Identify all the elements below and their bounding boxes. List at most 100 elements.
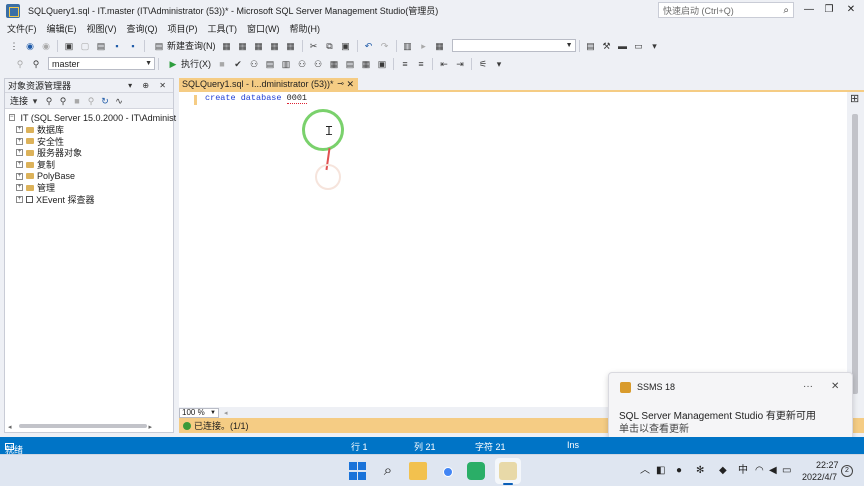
back-icon[interactable]: ◉ — [24, 40, 36, 52]
menu-window[interactable]: 窗口(W) — [242, 22, 285, 35]
filter-icon[interactable]: ⚲ — [86, 95, 96, 107]
search-icon[interactable]: ⌕ — [783, 5, 789, 16]
menu-edit[interactable]: 编辑(E) — [42, 22, 82, 35]
tree-node-server-objects[interactable]: + 服务器对象 — [5, 147, 173, 159]
results-to-grid-icon[interactable]: ▦ — [360, 58, 372, 70]
debug-target-icon[interactable]: ▸ — [418, 40, 430, 52]
language-icon[interactable]: 中 — [738, 465, 748, 477]
toolbox-icon[interactable]: ▬ — [617, 40, 629, 52]
paste-icon[interactable]: ▣ — [340, 40, 352, 52]
available-databases-combo[interactable]: master ▼ — [48, 57, 155, 70]
scroll-left-icon[interactable]: ◂ — [8, 423, 12, 431]
expand-icon[interactable]: + — [16, 196, 23, 204]
query-designer-icon[interactable]: ▤ — [264, 58, 276, 70]
activity-monitor-icon[interactable]: ∿ — [114, 95, 124, 107]
connect-dropdown[interactable]: 连接 — [10, 94, 28, 107]
cut-icon[interactable]: ✂ — [308, 40, 320, 52]
execute-button[interactable]: ▶ 执行(X) — [162, 57, 214, 70]
tree-node-management[interactable]: + 管理 — [5, 182, 173, 194]
disconnect-icon[interactable]: ⚲ — [58, 95, 68, 107]
tray-app-icon[interactable]: ◧ — [656, 465, 665, 477]
split-editor-icon[interactable]: ⊞ — [850, 92, 859, 105]
stop-icon[interactable]: ■ — [216, 58, 228, 70]
expand-icon[interactable]: + — [16, 184, 23, 192]
open-file-icon[interactable]: ▤ — [95, 40, 107, 52]
decrease-indent-icon[interactable]: ⇤ — [438, 58, 450, 70]
ssms-taskbar-icon[interactable] — [499, 462, 517, 480]
increase-indent-icon[interactable]: ⇥ — [454, 58, 466, 70]
scroll-right-icon[interactable]: ▸ — [148, 423, 152, 431]
tree-node-security[interactable]: + 安全性 — [5, 135, 173, 147]
file-explorer-icon[interactable] — [409, 462, 427, 480]
undo-icon[interactable]: ↶ — [363, 40, 375, 52]
expand-icon[interactable]: + — [16, 126, 23, 134]
menu-file[interactable]: 文件(F) — [0, 22, 42, 35]
more-options-icon[interactable]: ··· — [803, 381, 813, 392]
output-window-icon[interactable]: ▭ — [633, 40, 645, 52]
copy-icon[interactable]: ⧉ — [324, 40, 336, 52]
add-item-icon[interactable]: ▢ — [79, 40, 91, 52]
specify-template-values-icon[interactable]: ⚟ — [477, 58, 489, 70]
scroll-left-icon[interactable]: ◂ — [224, 409, 228, 417]
display-estimated-plan-icon[interactable]: ⚇ — [248, 58, 260, 70]
editor-vertical-scrollbar[interactable]: ⊞ — [847, 92, 864, 407]
tree-node-polybase[interactable]: + PolyBase — [5, 170, 173, 182]
include-plan-icon[interactable]: ⚇ — [296, 58, 308, 70]
database-engine-query-icon[interactable]: ▦ — [221, 40, 233, 52]
code-line-1[interactable]: create database 0001 — [205, 93, 308, 104]
change-connection-icon[interactable]: ⚲ — [30, 58, 42, 70]
pin-icon[interactable]: ⊸ — [337, 78, 344, 90]
tab-sqlquery1[interactable]: SQLQuery1.sql - I...dministrator (53))* … — [179, 78, 358, 90]
close-button[interactable]: ✕ — [842, 2, 860, 18]
activity-monitor-icon[interactable]: ▥ — [402, 40, 414, 52]
tree-node-replication[interactable]: + 复制 — [5, 159, 173, 171]
menu-query[interactable]: 查询(Q) — [122, 22, 163, 35]
wifi-icon[interactable]: ◠ — [755, 465, 764, 477]
menu-project[interactable]: 项目(P) — [163, 22, 203, 35]
parse-check-icon[interactable]: ✔ — [232, 58, 244, 70]
forward-icon[interactable]: ◉ — [40, 40, 52, 52]
customize-toolbar-icon[interactable]: ▾ — [649, 40, 661, 52]
quick-launch-input[interactable]: 快速启动 (Ctrl+Q) ⌕ — [658, 2, 794, 18]
zoom-combo[interactable]: 100 % ▼ — [179, 407, 219, 418]
refresh-icon[interactable]: ↻ — [100, 95, 110, 107]
chevron-up-icon[interactable]: ︿ — [640, 465, 650, 477]
expand-icon[interactable]: + — [16, 149, 23, 157]
analysis-query-icon[interactable]: ▦ — [237, 40, 249, 52]
bluetooth-icon[interactable]: ✻ — [696, 465, 704, 477]
wrench-icon[interactable]: ⚒ — [601, 40, 613, 52]
xmla-query-icon[interactable]: ▦ — [285, 40, 297, 52]
mdx-query-icon[interactable]: ▦ — [253, 40, 265, 52]
panel-controls[interactable]: ▾ ⊕ ✕ — [128, 79, 170, 93]
tree-node-xevent-profiler[interactable]: + XEvent 探查器 — [5, 194, 173, 206]
clock-time[interactable]: 22:27 — [816, 460, 839, 470]
results-to-text-icon[interactable]: ▤ — [344, 58, 356, 70]
save-all-icon[interactable]: ▪ — [127, 40, 139, 52]
results-to-file-icon[interactable]: ▣ — [376, 58, 388, 70]
comment-icon[interactable]: ≡ — [399, 58, 411, 70]
expand-icon[interactable]: + — [16, 137, 23, 145]
battery-icon[interactable]: ▭ — [782, 465, 791, 477]
new-project-icon[interactable]: ▣ — [63, 40, 75, 52]
tree-node-databases[interactable]: + 数据库 — [5, 124, 173, 136]
close-tab-icon[interactable]: ✕ — [346, 78, 354, 90]
query-editor[interactable]: create database 0001 Ｉ — [179, 92, 847, 407]
tree-node-server[interactable]: − IT (SQL Server 15.0.2000 - IT\Administ — [5, 112, 176, 124]
menu-tools[interactable]: 工具(T) — [203, 22, 243, 35]
client-stats-icon[interactable]: ▦ — [328, 58, 340, 70]
solution-config-combo[interactable]: ▼ — [451, 39, 576, 52]
menu-view[interactable]: 视图(V) — [82, 22, 122, 35]
tray-app-icon[interactable]: ◆ — [719, 465, 727, 477]
update-notification[interactable]: SSMS 18 ··· ✕ SQL Server Management Stud… — [608, 372, 853, 442]
intellisense-icon[interactable]: ▥ — [280, 58, 292, 70]
microphone-icon[interactable]: ● — [676, 465, 682, 477]
expand-icon[interactable]: + — [16, 161, 23, 169]
connect-icon[interactable]: ⚲ — [14, 58, 26, 70]
maximize-button[interactable]: ❐ — [820, 2, 838, 18]
collapse-icon[interactable]: − — [9, 114, 15, 122]
scroll-thumb[interactable] — [852, 114, 858, 394]
solution-platform-icon[interactable]: ▦ — [434, 40, 446, 52]
connect-plug-icon[interactable]: ⚲ — [44, 95, 54, 107]
menu-help[interactable]: 帮助(H) — [285, 22, 326, 35]
new-query-button[interactable]: ▤ 新建查询(N) — [148, 39, 219, 52]
